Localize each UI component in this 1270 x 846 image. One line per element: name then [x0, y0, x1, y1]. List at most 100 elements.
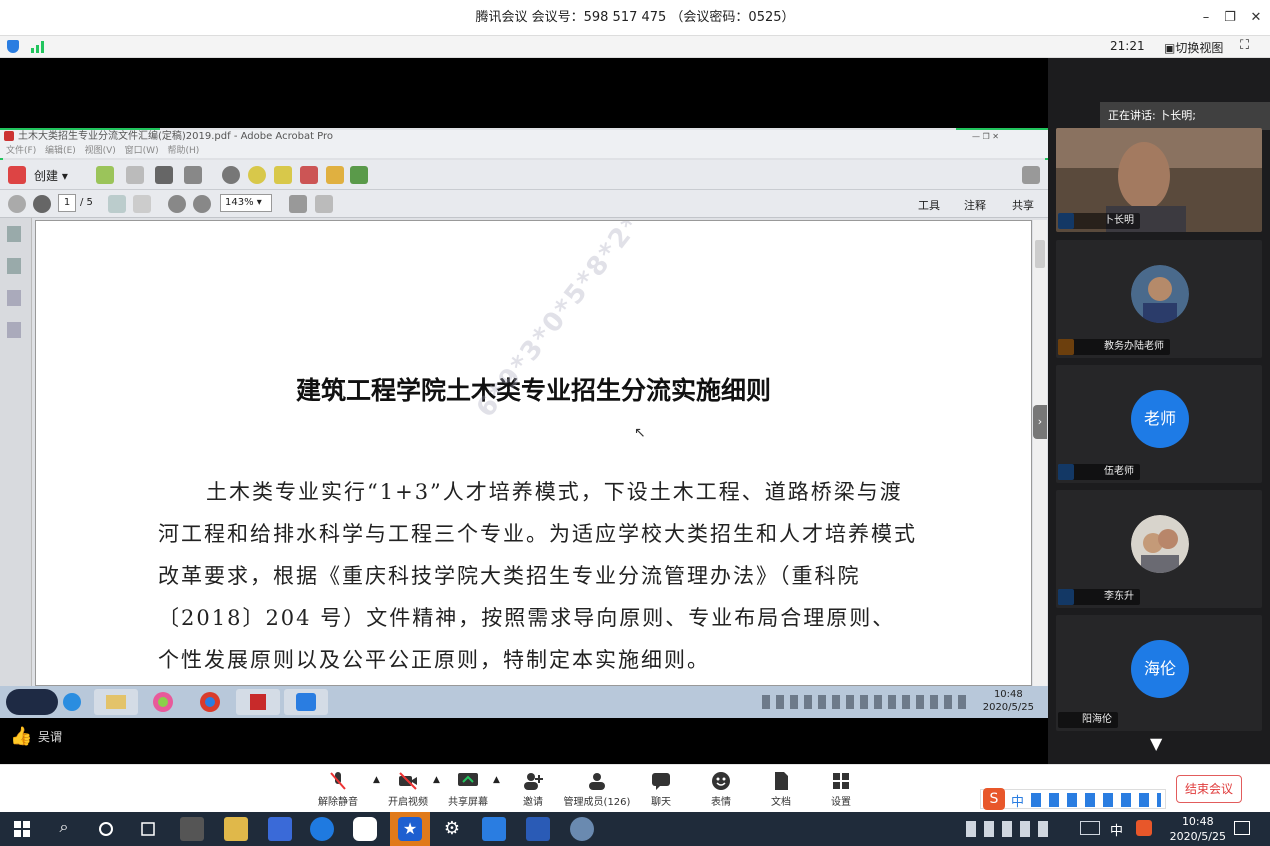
invite-button[interactable]: 邀请 [498, 771, 568, 808]
bookmark-icon[interactable] [7, 258, 21, 274]
store-icon[interactable] [268, 817, 292, 841]
highlight-icon[interactable] [274, 166, 292, 184]
zoom-select[interactable]: 143% ▾ [220, 194, 272, 212]
tools-tab[interactable]: 工具 [918, 197, 940, 213]
acrobat-window-buttons[interactable]: — ❐ ✕ [972, 132, 1042, 142]
folder-icon[interactable] [94, 689, 138, 715]
participant-photo [1131, 515, 1189, 573]
comment-icon[interactable] [248, 166, 266, 184]
participant-avatar: 海伦 [1131, 640, 1189, 698]
keyboard-icon[interactable] [1080, 821, 1100, 835]
ie-icon[interactable] [58, 689, 86, 715]
app-icon[interactable] [180, 817, 204, 841]
input-language[interactable]: 中 [1110, 820, 1123, 839]
guest-start-button[interactable] [6, 689, 58, 715]
vertical-scrollbar[interactable] [1033, 220, 1047, 686]
grid-view-icon: ▣ [1164, 41, 1176, 55]
settings-button[interactable]: 设置 [806, 771, 876, 808]
cortana-icon[interactable] [94, 817, 118, 841]
scroll-thumb[interactable] [1035, 240, 1045, 268]
fit-width-icon[interactable] [315, 195, 333, 213]
task-view-icon[interactable] [136, 817, 160, 841]
taskbar-clock[interactable]: 10:48 2020/5/25 [1170, 814, 1226, 844]
ime-toolbar[interactable]: S 中 [980, 788, 1166, 810]
expand-icon[interactable] [1022, 166, 1040, 184]
zoom-value: 143% [225, 197, 254, 208]
browser-icon[interactable] [310, 817, 334, 841]
file-explorer-icon[interactable] [224, 817, 248, 841]
pinwheel-icon[interactable] [141, 689, 185, 715]
fit-page-icon[interactable] [289, 195, 307, 213]
taskbar-date: 2020/5/25 [1169, 830, 1226, 843]
switch-view-button[interactable]: ▣切换视图 [1164, 39, 1223, 56]
pages-icon[interactable] [7, 226, 21, 242]
open-icon[interactable] [96, 166, 114, 184]
minimize-icon[interactable]: – [1196, 8, 1216, 28]
photos-icon[interactable] [353, 817, 377, 841]
active-app-button[interactable]: ★ [390, 812, 430, 846]
signal-icon[interactable] [31, 40, 45, 53]
control-label: 聊天 [651, 797, 671, 808]
export-icon[interactable] [350, 166, 368, 184]
chrome-icon[interactable] [188, 689, 232, 715]
hand-tool-icon[interactable] [133, 195, 151, 213]
guest-tray-icons[interactable] [762, 695, 972, 709]
side-panel-toggle-icon[interactable]: › [1033, 405, 1047, 439]
participant-tile[interactable]: 海伦 阳海伦 [1056, 615, 1262, 731]
unmute-button[interactable]: 解除静音 [303, 771, 373, 808]
emoji-icon [712, 772, 730, 790]
stamp-icon[interactable] [300, 166, 318, 184]
zoom-out-icon[interactable] [168, 195, 186, 213]
select-tool-icon[interactable] [108, 195, 126, 213]
participant-tile[interactable]: 李东升 [1056, 490, 1262, 608]
system-tray-icons[interactable] [966, 821, 1056, 837]
ime-tool-icons[interactable] [1031, 793, 1161, 807]
end-meeting-button[interactable]: 结束会议 [1176, 775, 1242, 803]
signature-icon[interactable] [7, 322, 21, 338]
paint-icon[interactable] [570, 817, 594, 841]
notification-icon[interactable] [1234, 821, 1250, 835]
tencent-meeting-icon[interactable] [482, 817, 506, 841]
acrobat-menu-bar[interactable]: 文件(F) 编辑(E) 视图(V) 窗口(W) 帮助(H) [0, 144, 1048, 158]
paperclip-icon[interactable] [7, 290, 21, 306]
create-icon[interactable] [8, 166, 26, 184]
sogou-icon[interactable]: S [983, 788, 1005, 810]
switch-view-label: 切换视图 [1175, 41, 1224, 55]
sogou-tray-icon[interactable] [1136, 820, 1152, 836]
tencent-meeting-taskbar-icon[interactable] [284, 689, 328, 715]
control-label: 文档 [771, 797, 791, 808]
page-down-icon[interactable] [33, 195, 51, 213]
gear-icon[interactable]: ⚙ [440, 817, 464, 841]
participant-tile[interactable]: 卜长明 [1056, 128, 1262, 232]
participant-tile[interactable]: 教务办陆老师 [1056, 240, 1262, 358]
page-number-input[interactable]: 1 [58, 194, 76, 212]
acrobat-taskbar-icon[interactable] [236, 689, 280, 715]
acrobat-nav-toolbar: 1 / 5 143% ▾ 工具 注释 共享 [0, 190, 1048, 218]
participant-name: 教务办陆老师 [1058, 339, 1170, 355]
restore-icon[interactable]: ❐ [1220, 8, 1240, 28]
share-tab[interactable]: 共享 [1012, 197, 1034, 213]
manage-members-button[interactable]: 管理成员(126) [562, 771, 632, 808]
control-label: 邀请 [523, 797, 543, 808]
ime-mode[interactable]: 中 [1011, 791, 1024, 810]
close-icon[interactable]: ✕ [1246, 8, 1266, 28]
shield-icon[interactable] [7, 40, 19, 53]
search-icon[interactable]: ⌕ [52, 817, 76, 841]
page-up-icon[interactable] [8, 195, 26, 213]
fullscreen-icon[interactable]: ⛶ [1240, 38, 1249, 53]
participant-tile[interactable]: 老师 伍老师 [1056, 365, 1262, 483]
meeting-control-bar: 解除静音 ▲ 开启视频 ▲ 共享屏幕 ▲ 邀请 管理成员(126) 聊天 表情 … [0, 764, 1270, 812]
word-icon[interactable] [526, 817, 550, 841]
gear-icon[interactable] [222, 166, 240, 184]
print-icon[interactable] [155, 166, 173, 184]
email-icon[interactable] [184, 166, 202, 184]
zoom-in-icon[interactable] [193, 195, 211, 213]
comments-tab[interactable]: 注释 [964, 197, 986, 213]
create-button[interactable]: 创建 ▾ [34, 167, 68, 184]
window-title: 腾讯会议 会议号：598 517 475 （会议密码：0525） [475, 10, 795, 25]
scroll-down-icon[interactable]: ▼ [1150, 734, 1162, 753]
control-label: 设置 [831, 797, 851, 808]
windows-start-icon[interactable] [10, 817, 34, 841]
save-icon[interactable] [126, 166, 144, 184]
attach-file-icon[interactable] [326, 166, 344, 184]
